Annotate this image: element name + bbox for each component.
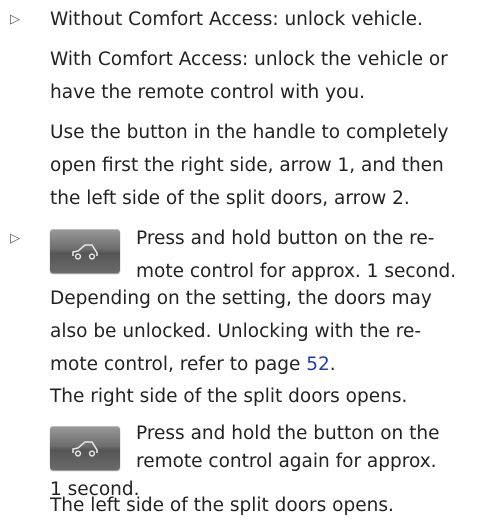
bullet-marker: ▷ (10, 12, 20, 27)
press-hold-paragraph: Press and hold button on the re- mote co… (136, 222, 482, 288)
handle-button-paragraph: Use the button in the handle to complete… (50, 116, 480, 215)
remote-trunk-button-icon (50, 426, 120, 470)
text-line: The right side of the split doors opens. (50, 386, 408, 407)
text-segment: mote control, refer to page (50, 354, 307, 375)
car-trunk-icon (72, 441, 98, 457)
setting-note-paragraph: Depending on the setting, the doors may … (50, 282, 480, 381)
text-line: remote control again for approx. (136, 451, 437, 472)
bullet-marker: ▷ (10, 231, 20, 246)
text-line: Press and hold the button on the (136, 423, 440, 444)
text-line: also be unlocked. Unlocking with the re- (50, 321, 422, 342)
text-line: Depending on the setting, the doors may (50, 288, 432, 309)
text-line: With Comfort Access: unlock the vehicle … (50, 49, 448, 70)
remote-trunk-button-icon (50, 229, 120, 273)
text-segment: . (329, 354, 336, 375)
left-side-opens-text: The left side of the split doors opens. (50, 491, 480, 524)
right-side-opens-text: The right side of the split doors opens. (50, 382, 480, 412)
text-line: open first the right side, arrow 1, and … (50, 155, 444, 176)
text-line: Without Comfort Access: unlock vehicle. (50, 9, 423, 30)
text-line: Press and hold button on the re- (136, 228, 435, 249)
text-line: mote control, refer to page 52. (50, 348, 480, 381)
press-hold-again-paragraph: Press and hold the button on the remote … (136, 420, 482, 476)
text-line: have the remote control with you. (50, 82, 365, 103)
car-trunk-icon (72, 244, 98, 260)
text-line: The left side of the split doors opens. (50, 495, 394, 516)
text-line: Use the button in the handle to complete… (50, 122, 449, 143)
comfort-access-paragraph: With Comfort Access: unlock the vehicle … (50, 43, 480, 109)
instruction-line: Without Comfort Access: unlock vehicle. (50, 3, 480, 36)
text-line: the left side of the split doors, arrow … (50, 188, 410, 209)
page-reference-link[interactable]: 52 (306, 354, 330, 375)
